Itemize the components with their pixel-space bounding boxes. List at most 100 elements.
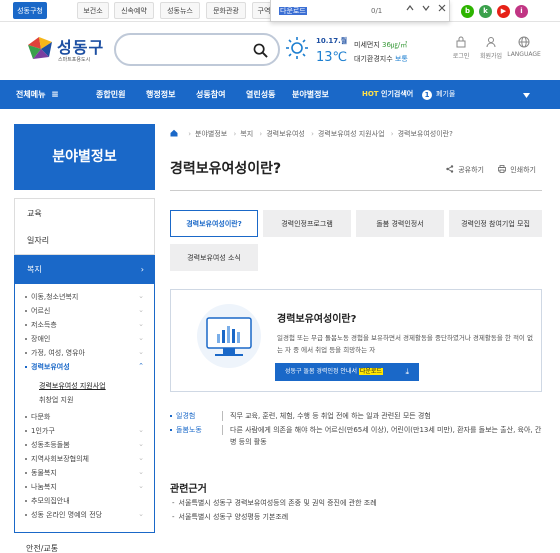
tab-what-is-career-women[interactable]: 경력보유여성이란? (170, 210, 258, 237)
printer-icon (498, 165, 506, 173)
download-guide-button[interactable]: 성동구 돌봄 경력인정 안내서 다운로드 ⤓ (275, 363, 419, 381)
chevron-down-icon: ⌄ (138, 454, 144, 462)
find-input[interactable]: 다운로드 (277, 4, 359, 18)
signup-label: 회원가입 (479, 53, 503, 60)
air-quality-info: 대기환경지수 보통 (354, 55, 408, 63)
chevron-right-icon: › (140, 265, 144, 274)
tab-news[interactable]: 경력보유여성 소식 (170, 244, 258, 271)
sidebar-item-jobs[interactable]: 일자리 (14, 226, 155, 255)
blog-icon[interactable]: b (461, 5, 474, 18)
page-title: 경력보유여성이란? (170, 161, 282, 177)
all-menu-button[interactable]: 전체메뉴 ≡ (16, 80, 59, 109)
chevron-down-icon: ⌄ (138, 320, 144, 328)
tab-care-certificate[interactable]: 돌봄 경력인정서 (356, 210, 444, 237)
definition-text: 직무 교육, 훈련, 체험, 수행 등 취업 전에 하는 일과 관련된 모든 경… (230, 412, 431, 420)
chevron-down-icon (422, 5, 430, 11)
weather-date: 10.17.월 (316, 37, 348, 45)
submenu-item[interactable]: 성동 온라인 명예의 전당 (25, 510, 102, 520)
download-button-label: 성동구 돌봄 경력인정 안내서 (285, 368, 359, 375)
sidebar-title: 분야별정보 (14, 124, 155, 190)
submenu-item-career-women[interactable]: 경력보유여성 (25, 362, 70, 372)
login-link[interactable]: 로그인 (446, 36, 476, 60)
hot-keyword-item[interactable]: 폐기물 (436, 80, 455, 109)
submenu-item[interactable]: 동물복지 (25, 468, 57, 478)
sidebar-item-education[interactable]: 교육 (14, 198, 155, 227)
instagram-icon[interactable]: i (515, 5, 528, 18)
info-description: 일경험 또는 무급 돌봄노동 경험을 보유하면서 경제활동을 중단하였거나 경제… (277, 334, 533, 354)
search-input[interactable] (114, 33, 280, 66)
nav-open-seongdong[interactable]: 열린성동 (246, 80, 275, 109)
main-navigation: 전체메뉴 ≡ 종합민원 행정정보 성동참여 열린성동 분야별정보 HOT 인기검… (0, 80, 560, 109)
chevron-down-icon: ⌄ (138, 440, 144, 448)
submenu-item[interactable]: 어르신 (25, 306, 50, 316)
tab-career-program[interactable]: 경력인정프로그램 (263, 210, 351, 237)
submenu-item[interactable]: 성동초등돌봄 (25, 440, 70, 450)
signup-link[interactable]: 회원가입 (476, 36, 506, 60)
tab-company-recruitment[interactable]: 경력인정 참여기업 모집 (449, 210, 542, 237)
chevron-down-icon: ⌄ (138, 292, 144, 300)
submenu2-career-women-support[interactable]: 경력보유여성 지원사업 (39, 381, 106, 391)
fine-dust-info: 미세먼지 36㎍/㎥ (354, 41, 408, 49)
submenu-item[interactable]: 나눔복지 (25, 482, 57, 492)
title-divider (170, 190, 542, 191)
print-button[interactable]: 인쇄하기 (498, 165, 536, 175)
breadcrumb-current: 경력보유여성이란? (397, 130, 453, 138)
weather-temperature: 13℃ (316, 50, 348, 65)
site-logo-text[interactable]: 성동구 (57, 34, 104, 58)
share-button[interactable]: 공유하기 (446, 165, 484, 175)
chevron-up-icon: ⌃ (138, 362, 144, 370)
nav-participation[interactable]: 성동참여 (196, 80, 225, 109)
definition-term: 일경험 (170, 410, 220, 422)
site-tab-reservation[interactable]: 신속예약 (114, 2, 154, 19)
globe-icon (518, 36, 530, 48)
chevron-down-icon: ⌄ (138, 482, 144, 490)
chevron-down-icon: ⌄ (138, 348, 144, 356)
find-close-button[interactable] (435, 3, 449, 18)
kakao-icon[interactable]: k (479, 5, 492, 18)
definition-term: 돌봄노동 (170, 424, 220, 436)
nav-civil-service[interactable]: 종합민원 (96, 80, 125, 109)
site-tab-culture[interactable]: 문화관광 (206, 2, 246, 19)
breadcrumb-item[interactable]: 경력보유여성 (266, 130, 305, 138)
site-tab-health-center[interactable]: 보건소 (77, 2, 109, 19)
home-icon[interactable] (170, 129, 178, 137)
submenu-item[interactable]: 가정, 여성, 영유아 (25, 348, 85, 358)
search-icon[interactable] (253, 43, 268, 58)
language-label: LANGUAGE (507, 51, 541, 58)
submenu-item[interactable]: 저소득층 (25, 320, 57, 330)
breadcrumb-item[interactable]: 분야별정보 (195, 130, 227, 138)
caret-down-icon[interactable] (522, 91, 531, 100)
submenu-item[interactable]: 추모의집안내 (25, 496, 70, 506)
download-highlight: 다운로드 (358, 368, 383, 375)
monitor-chart-icon (197, 304, 261, 368)
submenu-item[interactable]: 다문화 (25, 412, 50, 422)
language-link[interactable]: LANGUAGE (504, 36, 544, 58)
share-label: 공유하기 (458, 166, 484, 174)
find-next-button[interactable] (419, 3, 433, 18)
definition-row: 일경험 직무 교육, 훈련, 체험, 수행 등 취업 전에 하는 일과 관련된 … (170, 410, 544, 424)
info-title: 경력보유여성이란? (277, 314, 357, 325)
sidebar-item-safety[interactable]: 안전/교통 (14, 537, 155, 553)
sidebar-item-welfare[interactable]: 복지 › (14, 255, 155, 284)
site-tab-seongdong[interactable]: 성동구청 (13, 2, 47, 19)
submenu-item[interactable]: 1인가구 (25, 426, 55, 436)
nav-field-info[interactable]: 분야별정보 (292, 80, 329, 109)
nav-admin-info[interactable]: 행정정보 (146, 80, 175, 109)
site-tab-news[interactable]: 성동뉴스 (160, 2, 200, 19)
breadcrumb-item[interactable]: 복지 (240, 130, 253, 138)
close-icon (438, 4, 446, 12)
sidebar-item-welfare-label: 복지 (27, 265, 42, 274)
download-icon: ⤓ (405, 367, 409, 376)
find-previous-button[interactable] (403, 3, 417, 18)
breadcrumb-item[interactable]: 경력보유여성 지원사업 (318, 130, 385, 138)
chevron-down-icon: ⌄ (138, 510, 144, 518)
submenu2-job-support[interactable]: 취창업 지원 (39, 395, 73, 405)
submenu-item[interactable]: 장애인 (25, 334, 50, 344)
youtube-icon[interactable]: ▶ (497, 5, 510, 18)
submenu-item[interactable]: 지역사회보장협의체 (25, 454, 89, 464)
submenu-item[interactable]: 이동,청소년복지 (25, 292, 78, 302)
sunny-weather-icon (286, 37, 308, 59)
seongdong-logo-icon[interactable] (25, 33, 55, 63)
share-icon (446, 165, 454, 173)
chevron-up-icon (406, 5, 414, 11)
